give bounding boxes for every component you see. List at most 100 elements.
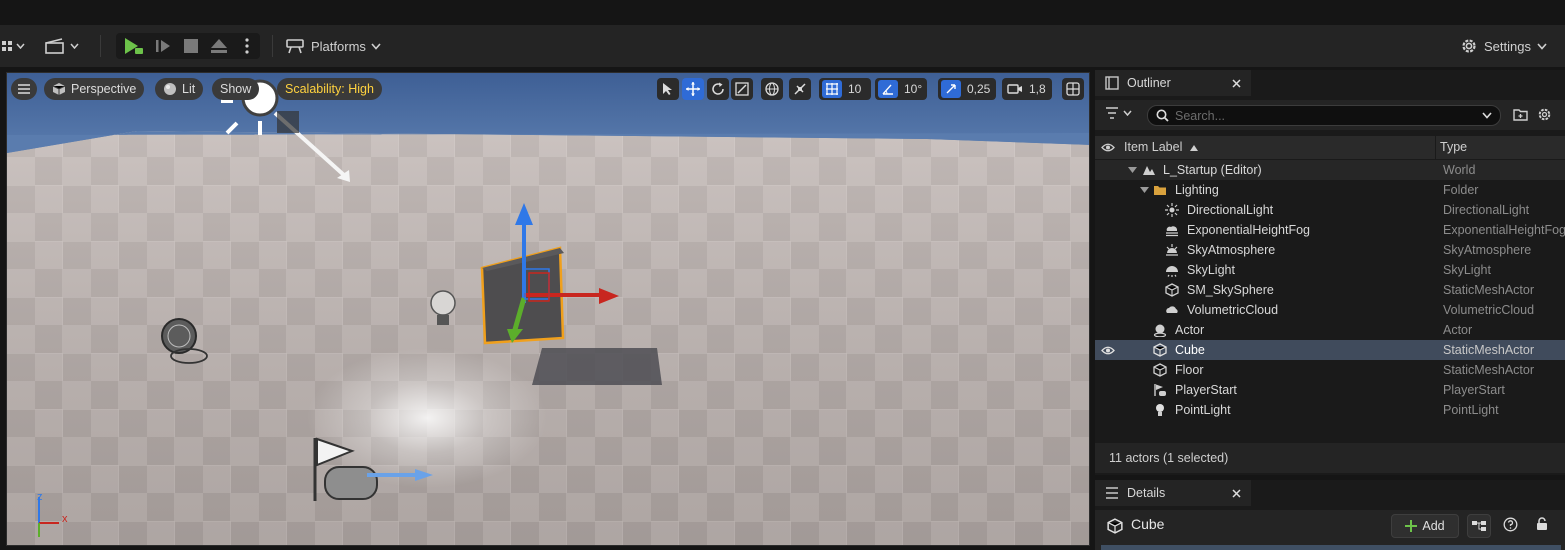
details-object-name: Cube xyxy=(1131,516,1165,532)
outliner-row[interactable]: PointLight PointLight xyxy=(1095,400,1565,420)
details-search-strip xyxy=(1101,545,1561,550)
chevron-down-icon xyxy=(1537,42,1547,50)
settings-button[interactable]: Settings xyxy=(1460,33,1547,59)
surface-snapping-button[interactable] xyxy=(789,78,811,100)
select-mode-button[interactable] xyxy=(657,78,679,100)
tab-details[interactable]: Details xyxy=(1095,480,1251,506)
outliner-row[interactable]: PlayerStart PlayerStart xyxy=(1095,380,1565,400)
outliner-row[interactable]: ExponentialHeightFog ExponentialHeightFo… xyxy=(1095,220,1565,240)
perspective-button[interactable]: Perspective xyxy=(44,78,145,100)
outliner-row[interactable]: Floor StaticMeshActor xyxy=(1095,360,1565,380)
stop-icon[interactable] xyxy=(180,33,202,59)
outliner-row[interactable]: Actor Actor xyxy=(1095,320,1565,340)
axis-x-label: x xyxy=(62,513,68,525)
row-type: PointLight xyxy=(1443,403,1499,417)
gear-icon[interactable] xyxy=(1537,107,1552,125)
advance-frame-icon[interactable] xyxy=(152,33,174,59)
row-type: VolumetricCloud xyxy=(1443,303,1535,317)
outliner-row[interactable]: DirectionalLight DirectionalLight xyxy=(1095,200,1565,220)
cube-icon xyxy=(52,83,66,95)
camera-speed-button[interactable]: 1,8 xyxy=(1002,78,1052,100)
outliner-row[interactable]: VolumetricCloud VolumetricCloud xyxy=(1095,300,1565,320)
column-divider[interactable] xyxy=(1435,136,1436,160)
outliner-row[interactable]: SM_SkySphere StaticMeshActor xyxy=(1095,280,1565,300)
sky-atmosphere-icon xyxy=(1166,244,1178,256)
viewport-menu-button[interactable] xyxy=(11,78,37,100)
blueprint-icon xyxy=(1472,521,1486,531)
outliner-row[interactable]: SkyAtmosphere SkyAtmosphere xyxy=(1095,240,1565,260)
scale-mode-button[interactable] xyxy=(731,78,753,100)
viewport-scene[interactable] xyxy=(7,73,1090,546)
more-options-icon[interactable] xyxy=(240,33,254,59)
folder-icon xyxy=(1154,186,1166,195)
static-mesh-icon xyxy=(1153,343,1167,357)
scalability-button[interactable]: Scalability: High xyxy=(277,78,382,100)
player-start-icon xyxy=(1154,384,1166,396)
blueprint-button[interactable] xyxy=(1467,514,1491,538)
chevron-down-icon xyxy=(371,42,381,50)
chevron-down-icon[interactable] xyxy=(14,33,26,59)
add-folder-icon[interactable] xyxy=(1513,108,1528,124)
cinematics-icon[interactable] xyxy=(44,33,66,59)
play-icon[interactable] xyxy=(120,33,146,59)
row-label: SkyLight xyxy=(1187,263,1235,277)
platforms-label: Platforms xyxy=(311,38,366,54)
row-type: DirectionalLight xyxy=(1443,203,1530,217)
platforms-button[interactable]: Platforms xyxy=(286,33,381,59)
level-viewport[interactable]: z x Perspective Lit Show Scalability: Hi… xyxy=(6,72,1090,546)
eye-icon[interactable] xyxy=(1101,345,1115,356)
fog-icon xyxy=(1166,226,1178,237)
sky-light-icon xyxy=(1166,266,1178,277)
row-label: DirectionalLight xyxy=(1187,203,1274,217)
rotate-mode-button[interactable] xyxy=(707,78,729,100)
settings-label: Settings xyxy=(1484,38,1531,54)
chevron-down-icon xyxy=(1482,112,1492,119)
outliner-row[interactable]: SkyLight SkyLight xyxy=(1095,260,1565,280)
camera-icon xyxy=(1007,84,1022,94)
row-type: StaticMeshActor xyxy=(1443,363,1535,377)
layout-button[interactable] xyxy=(1062,78,1084,100)
search-icon xyxy=(1156,109,1169,122)
eject-icon[interactable] xyxy=(207,33,231,59)
rotation-snap-button[interactable]: 10° xyxy=(875,78,927,100)
directional-light-icon xyxy=(1165,203,1179,217)
details-panel: Details Cube Add xyxy=(1095,480,1565,550)
col-item-label[interactable]: Item Label xyxy=(1124,140,1182,154)
outliner-status: 11 actors (1 selected) xyxy=(1095,443,1565,473)
view-mode-button[interactable]: Lit xyxy=(155,78,204,100)
filter-button[interactable] xyxy=(1105,107,1132,119)
show-button[interactable]: Show xyxy=(212,78,260,100)
row-type: Actor xyxy=(1443,323,1473,337)
show-label: Show xyxy=(220,82,252,96)
row-label: ExponentialHeightFog xyxy=(1187,223,1310,237)
scale-snap-icon xyxy=(941,80,961,98)
tab-outliner[interactable]: Outliner xyxy=(1095,70,1251,96)
scalability-label: Scalability: High xyxy=(285,82,374,96)
help-icon[interactable] xyxy=(1503,517,1518,535)
chevron-down-icon[interactable] xyxy=(68,33,80,59)
plus-icon xyxy=(1405,520,1418,532)
col-type[interactable]: Type xyxy=(1440,140,1467,154)
close-icon[interactable] xyxy=(1232,488,1241,498)
outliner-row-folder[interactable]: Lighting Folder xyxy=(1095,180,1565,200)
outliner-icon xyxy=(1105,76,1119,90)
translate-mode-button[interactable] xyxy=(682,78,704,100)
eye-icon[interactable] xyxy=(1101,142,1115,153)
lock-icon[interactable] xyxy=(1535,517,1549,534)
close-icon[interactable] xyxy=(1232,78,1241,88)
move-arrows-icon xyxy=(686,82,700,96)
lightbulb-icon xyxy=(1156,404,1164,416)
collapse-arrow-icon xyxy=(1128,167,1137,173)
outliner-row-selected[interactable]: Cube StaticMeshActor xyxy=(1095,340,1565,360)
scale-snap-button[interactable]: 0,25 xyxy=(938,78,996,100)
grid-snap-button[interactable]: 10 xyxy=(819,78,871,100)
outliner-row-world[interactable]: L_Startup (Editor) World xyxy=(1095,160,1565,180)
row-type: World xyxy=(1443,163,1476,177)
collapse-arrow-icon xyxy=(1140,187,1149,193)
coordinate-system-button[interactable] xyxy=(761,78,783,100)
angle-icon xyxy=(878,80,898,98)
add-component-button[interactable]: Add xyxy=(1391,514,1459,538)
outliner-search-input[interactable]: Search... xyxy=(1147,105,1501,126)
row-label: Actor xyxy=(1175,323,1205,337)
details-icon xyxy=(1106,487,1118,499)
